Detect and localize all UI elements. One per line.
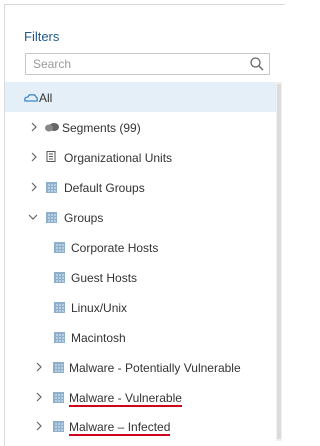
chevron-down-icon[interactable] <box>28 211 38 223</box>
tree-item-label: Default Groups <box>64 181 145 195</box>
filters-title: Filters <box>24 29 60 44</box>
search-icon[interactable] <box>249 56 265 72</box>
chevron-right-icon[interactable] <box>29 151 39 163</box>
tree-item-corporate-hosts[interactable]: Corporate Hosts <box>5 232 276 262</box>
search-box[interactable] <box>25 53 270 75</box>
tree-item-groups[interactable]: Groups <box>5 202 276 232</box>
tree-item-label: Segments (99) <box>62 121 141 135</box>
group-icon <box>53 421 64 432</box>
group-icon <box>46 182 57 193</box>
tree-item-organizational-units[interactable]: Organizational Units <box>5 142 276 172</box>
building-icon <box>46 151 57 162</box>
chevron-right-icon[interactable] <box>34 361 44 373</box>
cloud-icon <box>23 92 39 103</box>
tree-item-label: Malware – Infected <box>69 420 171 436</box>
group-icon <box>54 332 65 343</box>
tree-item-label: Corporate Hosts <box>71 241 159 255</box>
tree-item-guest-hosts[interactable]: Guest Hosts <box>5 262 276 292</box>
tree-item-malware-vulnerable[interactable]: Malware - Vulnerable <box>5 382 276 412</box>
chevron-right-icon[interactable] <box>29 121 39 133</box>
tree-item-malware-infected[interactable]: Malware – Infected <box>5 411 276 441</box>
tree-item-label: Linux/Unix <box>71 301 128 315</box>
tree-item-label: Organizational Units <box>64 151 173 165</box>
group-icon <box>54 242 65 253</box>
group-icon <box>46 212 57 223</box>
tree-item-label: All <box>39 91 53 105</box>
search-input[interactable] <box>33 56 243 72</box>
group-icon <box>53 392 64 403</box>
tree-item-linux-unix[interactable]: Linux/Unix <box>5 292 276 322</box>
chevron-right-icon[interactable] <box>29 181 39 193</box>
group-icon <box>54 302 65 313</box>
tree-item-label: Malware - Vulnerable <box>69 391 182 407</box>
tree-item-all[interactable]: All <box>5 82 276 112</box>
group-icon <box>53 362 64 373</box>
segments-icon <box>45 121 59 132</box>
tree-item-default-groups[interactable]: Default Groups <box>5 172 276 202</box>
chevron-right-icon[interactable] <box>34 391 44 403</box>
tree-item-label: Malware - Potentially Vulnerable <box>69 361 241 375</box>
tree-item-segments[interactable]: Segments (99) <box>5 112 276 142</box>
group-icon <box>54 272 65 283</box>
tree-item-label: Guest Hosts <box>71 271 138 285</box>
tree-item-malware-potentially-vulnerable[interactable]: Malware - Potentially Vulnerable <box>5 352 276 382</box>
chevron-right-icon[interactable] <box>34 420 44 432</box>
tree-item-label: Groups <box>64 211 104 225</box>
tree-item-macintosh[interactable]: Macintosh <box>5 322 276 352</box>
tree-item-label: Macintosh <box>71 331 126 345</box>
scrollbar-thumb[interactable] <box>277 84 281 439</box>
